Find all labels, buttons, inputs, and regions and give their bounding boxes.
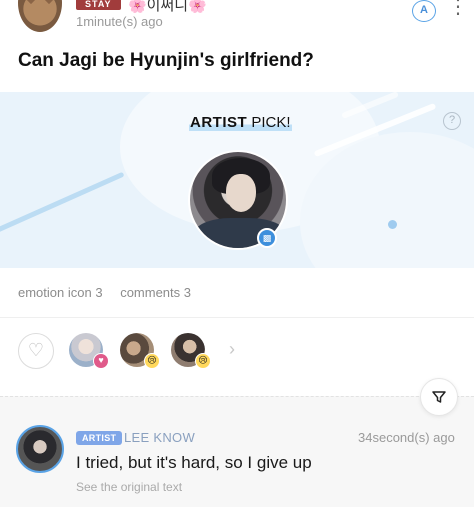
author-nickname[interactable]: 🌸이써니🌸	[128, 0, 207, 15]
post-title: Can Jagi be Hyunjin's girlfriend?	[18, 50, 314, 71]
artist-pick-banner: ARTIST PICK! ?	[0, 92, 474, 268]
decorative-dot	[388, 220, 397, 229]
artist-pick-rest: PICK!	[247, 114, 291, 131]
post-time: 1minute(s) ago	[76, 14, 163, 29]
translate-icon[interactable]: A	[412, 0, 436, 22]
fan-badge: STAY	[76, 0, 121, 10]
artist-tag: ARTIST	[76, 431, 123, 445]
comment-text: I tried, but it's hard, so I give up	[76, 453, 312, 472]
comment-time: 34second(s) ago	[358, 430, 455, 445]
author-avatar[interactable]	[18, 0, 62, 32]
divider	[0, 317, 474, 318]
artist-pick-label: ARTIST PICK!	[189, 114, 292, 131]
filter-icon[interactable]	[420, 378, 458, 416]
heart-emotion-icon: ♥	[93, 353, 109, 369]
commenter-avatar[interactable]	[16, 425, 64, 473]
sad-emotion-icon: 😢	[144, 353, 160, 369]
post-header: STAY 🌸이써니🌸 1minute(s) ago A ⋮	[0, 0, 474, 40]
sad-emotion-icon: 😢	[195, 353, 211, 369]
comment-section	[0, 396, 474, 507]
chevron-right-icon[interactable]: ›	[229, 339, 235, 360]
emotion-count: emotion icon 3	[18, 285, 103, 300]
more-options-icon[interactable]: ⋮	[448, 0, 468, 22]
heart-icon[interactable]: ♡	[18, 333, 54, 369]
comment-count: comments 3	[120, 285, 191, 300]
post-stats: emotion icon 3 comments 3	[18, 285, 205, 300]
see-original-link[interactable]: See the original text	[76, 480, 182, 494]
commenter-name[interactable]: LEE KNOW	[124, 430, 195, 445]
reactor-avatar[interactable]: 😢	[171, 333, 211, 369]
reactor-avatar[interactable]: 😢	[120, 333, 160, 369]
help-icon[interactable]: ?	[443, 112, 461, 130]
artist-pick-bold: ARTIST	[190, 114, 248, 131]
chat-bubble-icon: ▩	[257, 228, 277, 248]
reactor-avatar[interactable]: ♥	[69, 333, 109, 369]
